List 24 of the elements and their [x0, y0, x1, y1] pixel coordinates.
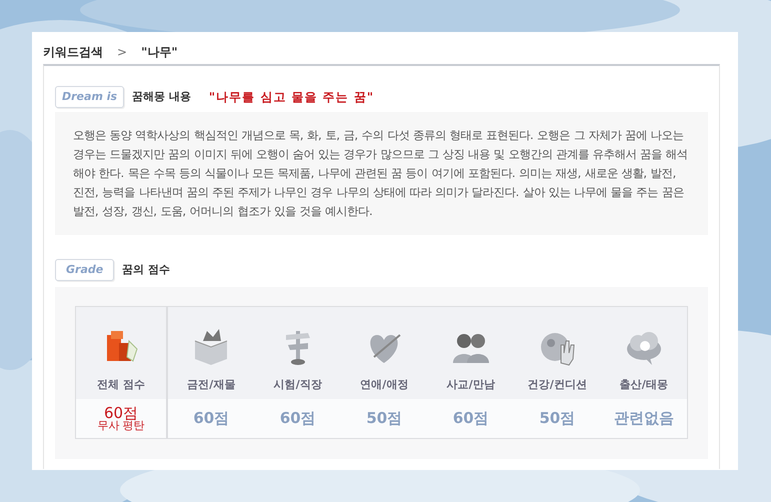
score-label: 출산/태몽 — [620, 376, 668, 392]
total-score: 60점 — [104, 406, 138, 420]
breadcrumb-separator: > — [117, 44, 128, 61]
dream-description: 오행은 동양 역학사상의 핵심적인 개념으로 목, 화, 토, 금, 수의 다섯 종류의 형태로 표현된다. 오행은 그 자체가 꿈에 나오는 경우는 드물겠지만 꿈의 이미지 뒤에 오행이 숨어 있는 경우가 많으므로 그 상징 내용 및 오행간의 관계를 유추해서 꿈을 해석해야 한다. 목은 수목 등의 식물이나 모든 목제품, 나무에 관련된 꿈 등이 여기에 포함된다. 의미는 재생, 새로운 생활, 발전, 진전, 능력을 나타낸며 꿈의 주된 주제가 나무인 경우 나무의 상태에 따라 의미가 달라진다. 살아 있는 나무에 물을 주는 꿈은 발전, 성장, 갱신, 도움, 어머니의 협조가 있을 것을 예시한다. — [55, 112, 708, 235]
section-title: 꿈의 점수 — [122, 262, 170, 278]
category-score: 60점 — [193, 408, 230, 430]
category-score: 60점 — [280, 408, 316, 430]
section-tag: Grade — [55, 258, 114, 282]
score-label: 건강/컨디션 — [528, 376, 587, 392]
category-score: 60점 — [452, 408, 489, 430]
breadcrumb-current: "나무" — [141, 44, 178, 61]
breadcrumb-link[interactable]: 키워드검색 — [43, 43, 103, 61]
score-label: 전체 점수 — [97, 376, 145, 392]
score-label: 사교/만남 — [446, 376, 495, 392]
score-label: 금전/재물 — [187, 376, 236, 392]
score-label: 시험/직장 — [274, 376, 322, 392]
score-label: 연애/애정 — [360, 376, 408, 392]
category-score: 50점 — [539, 408, 576, 430]
section-title: 꿈해몽 내용 — [132, 88, 191, 105]
dream-title: "나무를 심고 물을 주는 꿈" — [208, 89, 374, 106]
section-tag: Dream is — [55, 86, 124, 108]
category-score: 관련없음 — [614, 408, 674, 430]
category-score: 50점 — [366, 408, 402, 430]
score-verdict: 무사 평탄 — [97, 420, 145, 432]
